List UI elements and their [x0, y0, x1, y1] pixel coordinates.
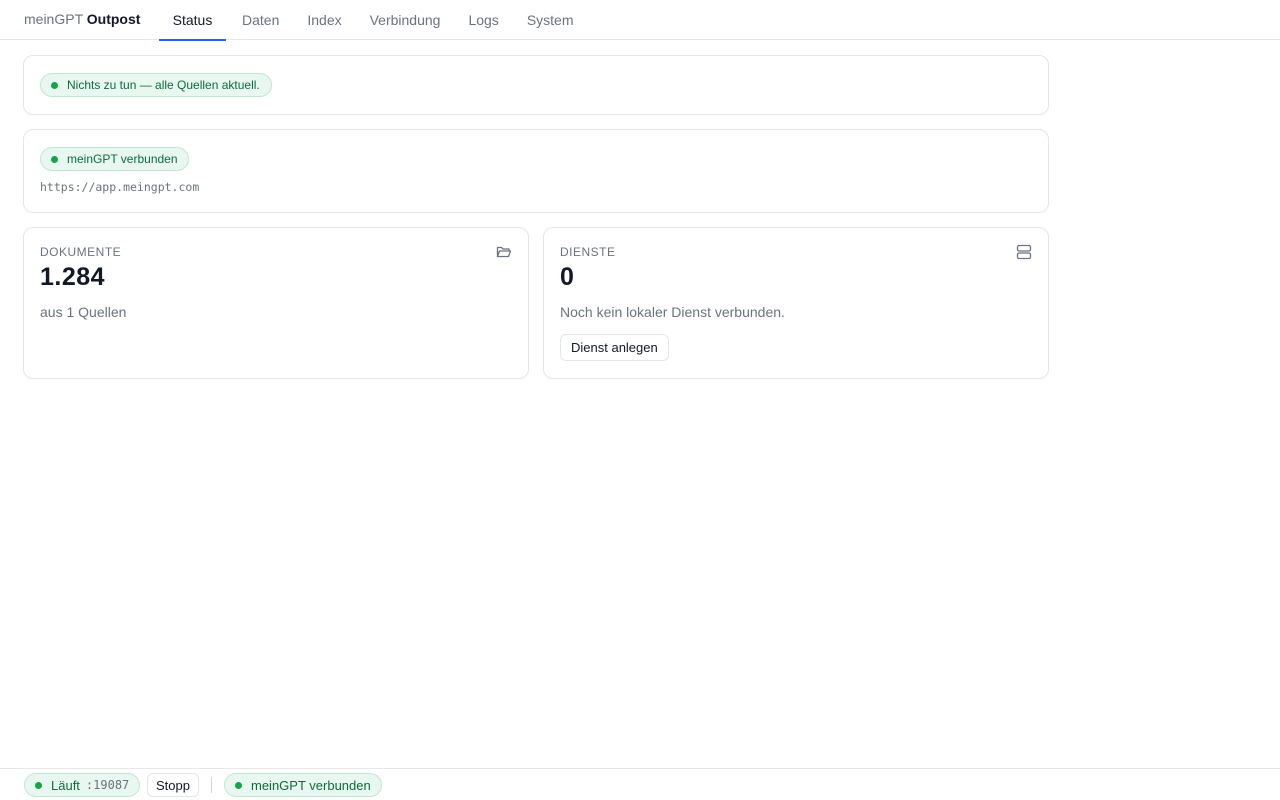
sync-status-badge: Nichts zu tun — alle Quellen aktuell.: [40, 73, 272, 97]
footer-connection-badge: meinGPT verbunden: [224, 773, 382, 797]
success-dot-icon: [235, 781, 242, 789]
sync-status-card: Nichts zu tun — alle Quellen aktuell.: [23, 55, 1049, 115]
server-icon: [1016, 244, 1032, 260]
services-card: DIENSTE 0 Noch kein lokaler Dienst verbu…: [543, 227, 1049, 379]
running-label: Läuft: [51, 777, 80, 793]
documents-label: DOKUMENTE: [40, 245, 122, 259]
app-brand: meinGPT Outpost: [24, 11, 140, 27]
footer-divider: [211, 777, 212, 793]
folder-open-icon: [496, 246, 512, 258]
documents-source-count: aus 1 Quellen: [40, 304, 127, 320]
tab-verbindung[interactable]: Verbindung: [356, 0, 455, 40]
services-empty-text: Noch kein lokaler Dienst verbunden.: [560, 304, 785, 320]
services-label: DIENSTE: [560, 245, 616, 259]
tab-system[interactable]: System: [513, 0, 588, 40]
connection-status-text: meinGPT verbunden: [67, 152, 178, 166]
footer-connection-text: meinGPT verbunden: [251, 777, 371, 793]
success-dot-icon: [51, 81, 58, 89]
tab-bar: Status Daten Index Verbindung Logs Syste…: [159, 0, 588, 41]
create-service-button[interactable]: Dienst anlegen: [560, 334, 669, 361]
tab-status[interactable]: Status: [159, 0, 226, 41]
tab-index[interactable]: Index: [293, 0, 355, 40]
status-footer: Läuft :19087 Stopp meinGPT verbunden: [0, 768, 1280, 800]
brand-name: Outpost: [86, 11, 141, 27]
tab-daten[interactable]: Daten: [228, 0, 293, 40]
documents-count: 1.284: [40, 263, 106, 291]
services-count: 0: [560, 263, 575, 291]
top-nav: meinGPT Outpost Status Daten Index Verbi…: [0, 0, 1280, 41]
success-dot-icon: [35, 781, 42, 789]
tab-logs[interactable]: Logs: [454, 0, 512, 40]
port-number: :19087: [85, 778, 130, 792]
sync-status-text: Nichts zu tun — alle Quellen aktuell.: [67, 78, 260, 92]
stop-button[interactable]: Stopp: [147, 773, 199, 797]
connection-status-badge: meinGPT verbunden: [40, 147, 189, 171]
connection-url: https://app.meingpt.com: [40, 180, 200, 194]
connection-card: meinGPT verbunden https://app.meingpt.co…: [23, 129, 1049, 213]
server-running-badge: Läuft :19087: [24, 773, 141, 797]
brand-prefix: meinGPT: [24, 11, 83, 27]
documents-card: DOKUMENTE 1.284 aus 1 Quellen: [23, 227, 529, 379]
success-dot-icon: [51, 155, 58, 163]
